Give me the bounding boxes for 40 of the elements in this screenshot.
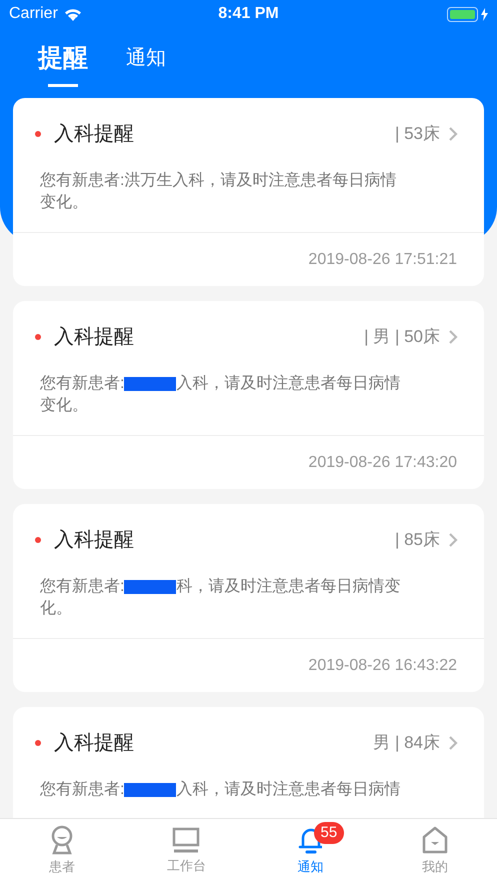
nav-tab[interactable]: 我的	[372, 819, 497, 883]
notification-card[interactable]: 入科提醒 男 | 84床 您有新患者: 入科，请及时注意患者每日病情	[13, 707, 484, 818]
chevron-right-icon	[448, 329, 458, 345]
notification-card[interactable]: 入科提醒 | 男 | 50床 您有新患者: 入科，请及时注意患者每日病情变化。 2019-08-26 17:43:20	[13, 301, 484, 489]
battery-icon	[447, 6, 478, 22]
patient-info: | 男 | 50床	[364, 326, 440, 348]
card-title: 入科提醒	[54, 731, 134, 756]
house-icon	[420, 825, 449, 856]
count-badge: 55	[314, 822, 344, 844]
message-text: 您有新患者:洪万生入科，请及时注意患者每日病情变化。	[39, 170, 398, 213]
clock-time: 8:41 PM	[218, 4, 279, 24]
card-title: 入科提醒	[54, 528, 134, 553]
card-title: 入科提醒	[54, 325, 134, 350]
chevron-right-icon	[448, 735, 458, 751]
timestamp: 2019-08-26 17:43:20	[308, 452, 457, 472]
patient-info: | 53床	[394, 123, 440, 146]
redaction-bar	[124, 782, 176, 797]
wifi-icon	[64, 8, 82, 20]
nav-tab[interactable]: 通知 55	[248, 819, 373, 883]
message-text: 您有新患者: 科，请及时注意患者每日病情变化。	[39, 576, 402, 619]
patient-info: | 85床	[394, 529, 440, 552]
message-text: 您有新患者: 入科，请及时注意患者每日病情	[39, 780, 402, 800]
card-title: 入科提醒	[54, 122, 134, 147]
timestamp: 2019-08-26 16:43:22	[308, 656, 457, 676]
message-text: 您有新患者: 入科，请及时注意患者每日病情变化。	[39, 374, 402, 416]
nav-tab[interactable]: 工作台	[124, 819, 248, 883]
charging-icon	[481, 8, 488, 20]
notification-card[interactable]: 入科提醒 | 53床 您有新患者:洪万生入科，请及时注意患者每日病情变化。 2019-08-26 17:51:21	[13, 98, 484, 286]
nav-tab[interactable]: 患者	[0, 819, 124, 883]
carrier-label: Carrier	[9, 4, 58, 24]
redaction-bar	[124, 376, 176, 391]
chevron-right-icon	[448, 126, 458, 142]
chevron-right-icon	[448, 532, 458, 548]
redaction-bar	[124, 580, 176, 594]
patient-info: 男 | 84床	[373, 732, 440, 754]
monitor-icon	[171, 826, 202, 854]
tab[interactable]: 通知	[126, 40, 166, 82]
notification-card[interactable]: 入科提醒 | 85床 您有新患者: 科，请及时注意患者每日病情变化。 2019-08-26 16:43:22	[13, 504, 484, 692]
timestamp: 2019-08-26 17:51:21	[308, 250, 457, 270]
tab[interactable]: 提醒	[38, 40, 88, 86]
